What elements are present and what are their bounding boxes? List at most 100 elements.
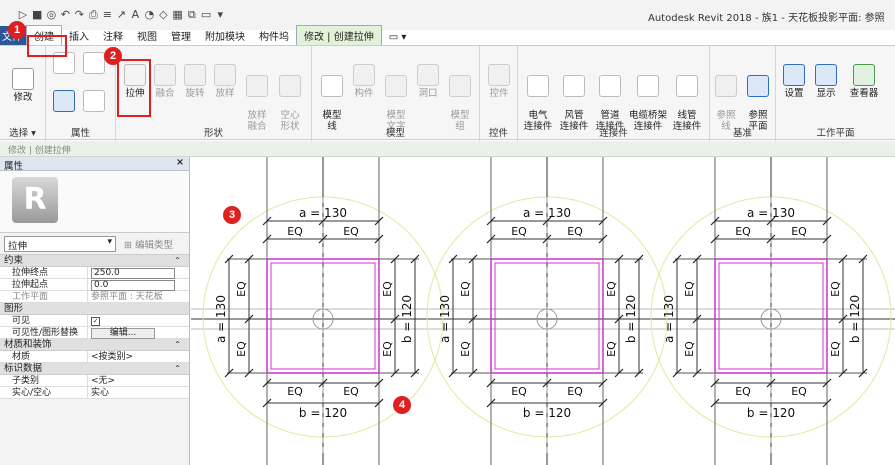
open-icon[interactable]: ▷ [18,8,28,22]
select-dropdown[interactable]: 选择 ▾ [0,125,45,139]
sweep-button[interactable]: 放样 [212,64,238,99]
eq-label: EQ [567,385,583,398]
category-graphics[interactable]: 图形 [0,303,189,315]
property-row: 工作平面 参照平面 : 天花板 [0,291,189,303]
category-label: 图形 [4,303,24,314]
tab-insert[interactable]: 插入 [62,26,96,46]
conduit-connector-button[interactable]: 线管 连接件 [668,64,706,132]
duct-connector-button[interactable]: 风管 连接件 [556,64,592,132]
type-selector-dropdown[interactable]: 拉伸 [4,235,116,252]
sweep-icon [214,64,236,86]
swept-blend-icon [246,75,268,97]
workplane-group-label: 工作平面 [816,128,855,139]
swept-blend-button[interactable]: 放样 融合 [244,64,270,132]
properties-icon [53,90,75,112]
show-workplane-button[interactable]: 显示 [812,64,840,99]
property-key: 子类别 [0,375,88,386]
eq-label: EQ [459,341,472,357]
material-value[interactable]: <按类别> [88,351,189,362]
void-forms-button[interactable]: 空心 形状 [276,64,304,132]
eq-label: EQ [235,341,248,357]
redo-icon[interactable]: ↷ [74,8,84,22]
switch-windows-icon[interactable]: ▭ [201,8,211,22]
sync-icon[interactable]: ◎ [46,8,57,22]
eq-label: EQ [343,225,359,238]
visible-checkbox[interactable]: ✓ [91,317,100,326]
set-workplane-icon [783,64,805,86]
tab-view[interactable]: 视图 [130,26,164,46]
subcategory-value[interactable]: <无> [88,375,189,386]
save-icon[interactable]: ■ [32,8,42,22]
opening-label: 洞口 [418,88,438,99]
property-row: 材质 <按类别> [0,351,189,363]
blend-label: 融合 [155,88,175,99]
model-line-button[interactable]: 模型 线 [318,64,346,132]
category-materials[interactable]: 材质和装饰 ⌃ [0,339,189,351]
options-bar: 修改 | 创建拉伸 [0,141,895,157]
type-properties-icon [83,90,105,112]
properties-title-bar: 属性 × [0,157,189,172]
tab-manage[interactable]: 管理 [164,26,198,46]
aligned-dimension-icon[interactable]: ↗ [116,8,126,22]
visibility-edit-button[interactable]: 编辑... [91,328,155,339]
electrical-connector-icon [527,75,549,97]
close-icon[interactable]: × [176,157,184,168]
dimension-b-bottom: b = 120 [523,406,571,420]
undo-icon[interactable]: ↶ [60,8,70,22]
eq-label: EQ [683,341,696,357]
drawing-canvas[interactable]: a = 130 EQ EQ EQ EQ b = 120 a = 130 EQ EQ EQ EQ b =… [191,157,895,465]
reference-line-button[interactable]: 参照 线 [712,64,740,132]
tab-modify-create-extrusion[interactable]: 修改 | 创建拉伸 [296,25,382,46]
property-row: 子类别 <无> [0,375,189,387]
pipe-connector-button[interactable]: 管道 连接件 [592,64,628,132]
tab-addins[interactable]: 附加模块 [198,26,252,46]
category-identity-data[interactable]: 标识数据 ⌃ [0,363,189,375]
extrusion-end-input[interactable]: 250.0 [91,268,175,279]
blend-button[interactable]: 融合 [152,64,178,99]
text-icon[interactable]: A [130,8,140,22]
eq-label: EQ [459,281,472,297]
opening-button[interactable]: 洞口 [414,64,442,99]
show-workplane-label: 显示 [816,88,836,99]
forms-group-label: 形状 [203,128,223,139]
model-group-button[interactable]: 模型 组 [446,64,474,132]
family-category-button[interactable] [82,52,106,76]
component-button[interactable]: 构件 [350,64,378,99]
tab-panel-toggle[interactable]: ▭ ▾ [382,30,414,46]
revolve-button[interactable]: 旋转 [182,64,208,99]
reference-plane-button[interactable]: 参照 平面 [744,64,772,132]
modify-button[interactable]: 修改 [10,68,36,103]
workplane-viewer-button[interactable]: 查看器 [844,64,884,99]
tab-annotate[interactable]: 注释 [96,26,130,46]
close-hidden-icon[interactable]: ⧉ [187,8,197,22]
property-key: 工作平面 [0,291,88,302]
solid-void-value[interactable]: 实心 [88,387,189,398]
properties-toggle-button[interactable] [52,90,76,114]
dimension-b-bottom: b = 120 [299,406,347,420]
extrusion-highlight [117,59,151,117]
model-text-button[interactable]: 模型 文字 [382,64,410,132]
edit-type-label: 编辑类型 [134,239,173,251]
properties-group-label: 属性 [70,128,90,139]
electrical-connector-button[interactable]: 电气 连接件 [520,64,556,132]
edit-type-button[interactable]: ⊞ 编辑类型 [124,237,173,251]
thin-lines-icon[interactable]: ▦ [172,8,182,22]
component-label: 构件 [354,88,374,99]
extrusion-start-input[interactable]: 0.0 [91,280,175,291]
print-icon[interactable]: ⎙ [88,8,98,22]
workplane-viewer-label: 查看器 [849,88,879,99]
tab-component-dock[interactable]: 构件坞 [252,26,296,46]
category-constraints[interactable]: 约束 ⌃ [0,255,189,267]
control-button[interactable]: 控件 [486,64,512,99]
family-category-icon [83,52,105,74]
3d-view-icon[interactable]: ◔ [144,8,155,22]
duct-connector-icon [563,75,585,97]
section-icon[interactable]: ◇ [158,8,168,22]
set-workplane-button[interactable]: 设置 [780,64,808,99]
type-properties-button[interactable] [82,90,106,114]
measure-icon[interactable]: ≡ [102,8,112,22]
cable-tray-connector-button[interactable]: 电缆桥架 连接件 [628,64,668,132]
cad-drawing[interactable]: a = 130 EQ EQ EQ EQ b = 120 a = 130 EQ EQ EQ EQ b =… [191,157,895,465]
customize-qat-icon[interactable]: ▾ [215,8,225,22]
type-preview: R [0,171,189,233]
